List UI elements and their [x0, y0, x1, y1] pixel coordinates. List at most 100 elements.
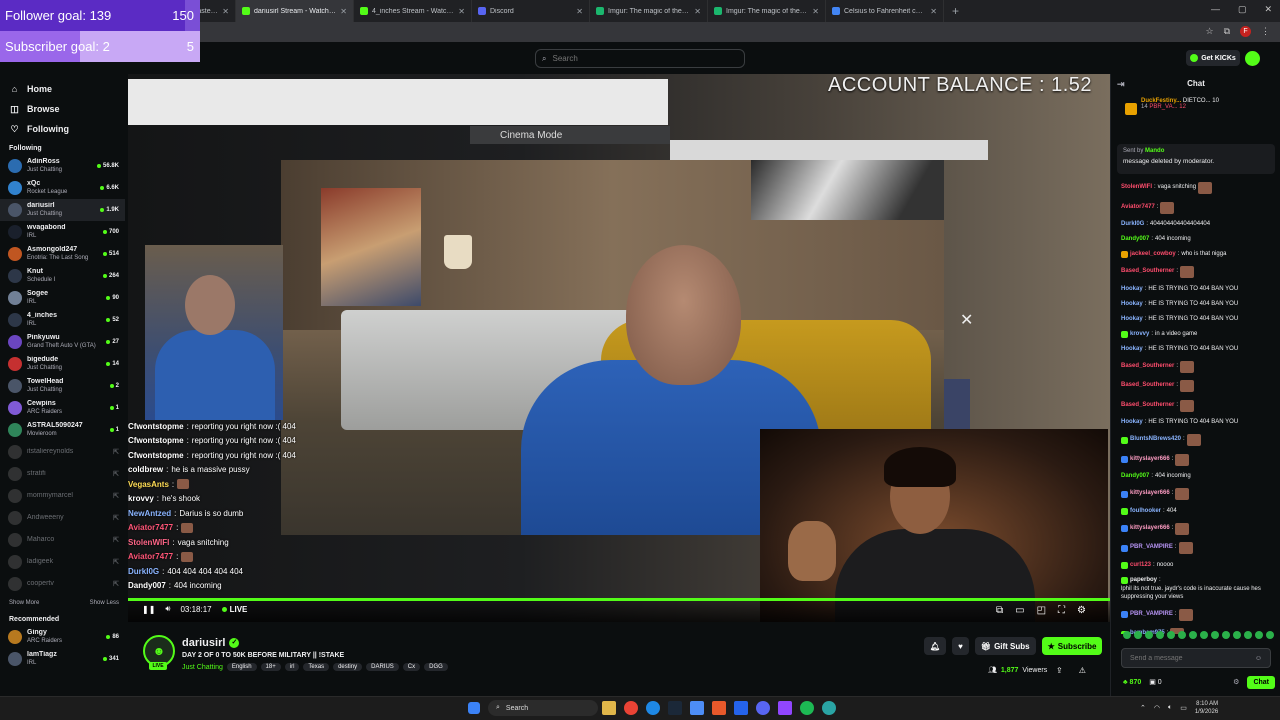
tab-close-icon[interactable]: ✕ [576, 7, 583, 16]
tab-close-icon[interactable]: ✕ [340, 7, 347, 16]
close-icon[interactable]: ✕ [960, 310, 973, 330]
pip-icon[interactable]: ◰ [1037, 605, 1046, 616]
pause-icon[interactable]: ❚❚ [142, 605, 155, 614]
show-less-button[interactable]: Show Less [90, 600, 119, 606]
stream-tag[interactable]: English [226, 663, 257, 671]
taskbar-search[interactable]: ⌕ Search [488, 700, 598, 716]
quick-emote-icon[interactable] [1156, 631, 1164, 639]
chat-username[interactable]: PBR_VAMPIRE [1130, 544, 1173, 552]
report-icon[interactable]: ⚠ [1079, 666, 1086, 675]
globe-icon[interactable] [822, 701, 836, 715]
fullscreen-icon[interactable]: ⛶ [1058, 605, 1065, 616]
stream-tag[interactable]: 18+ [260, 663, 281, 671]
quick-emote-icon[interactable] [1233, 631, 1241, 639]
sidebar-channel[interactable]: mommymarcel ⇱ [0, 485, 125, 507]
chat-settings-icon[interactable]: ⚙ [1233, 678, 1239, 686]
rewards-count[interactable]: ▣ 0 [1149, 678, 1161, 686]
chat-username[interactable]: foulhooker [1130, 508, 1161, 516]
obs-icon[interactable] [712, 701, 726, 715]
chat-send-button[interactable]: Chat [1247, 675, 1275, 689]
sidebar-channel[interactable]: coopertv ⇱ [0, 573, 125, 595]
quick-emote-icon[interactable] [1255, 631, 1263, 639]
stream-tag[interactable]: Cx [402, 663, 421, 671]
collapse-chat-icon[interactable]: ⇥ [1117, 74, 1125, 94]
sidebar-channel[interactable]: Sogee IRL 90 [0, 287, 125, 309]
tab-close-icon[interactable]: ✕ [930, 7, 937, 16]
menu-icon[interactable]: ⋮ [1261, 26, 1270, 37]
tray-chevron-icon[interactable]: ⌃ [1140, 704, 1146, 712]
browser-tab[interactable]: dariusirl Stream - Watch Li... ✕ [236, 0, 354, 22]
video-player[interactable]: Cinema Mode ACCOUNT BALANCE : 1.52 ✕ Cfw… [128, 74, 1110, 622]
new-tab-button[interactable]: + [944, 4, 967, 18]
quick-emote-icon[interactable] [1178, 631, 1186, 639]
chat-username[interactable]: PBR_VAMPIRE [1130, 611, 1173, 619]
nav-following[interactable]: ♡ Following [0, 119, 125, 139]
stream-tag[interactable]: DARIUS [366, 663, 399, 671]
streamer-name[interactable]: dariusirl ✓ [182, 637, 240, 649]
browser-tab[interactable]: Discord ✕ [472, 0, 590, 22]
sidebar-channel[interactable]: Gingy ARC Raiders 86 [0, 626, 125, 648]
chat-username[interactable]: Hookay [1121, 346, 1143, 354]
sidebar-channel[interactable]: Pinkyuwu Grand Theft Auto V (GTA) 27 [0, 331, 125, 353]
browser-tab[interactable]: Imgur: The magic of the Intern... ✕ [590, 0, 708, 22]
chat-username[interactable]: jackeel_cowboy [1130, 251, 1176, 259]
maximize-icon[interactable]: ▢ [1238, 4, 1247, 15]
stream-tag[interactable]: destiny [333, 663, 363, 671]
show-more-button[interactable]: Show More [9, 600, 39, 606]
code-icon[interactable] [734, 701, 748, 715]
app-icon[interactable] [778, 701, 792, 715]
search-input[interactable] [552, 54, 733, 63]
chat-username[interactable]: Dandy007 [1121, 236, 1149, 244]
chat-username[interactable]: StolenWIFI [1121, 184, 1152, 192]
browser-tab[interactable]: Imgur: The magic of the Intern... ✕ [708, 0, 826, 22]
chat-username[interactable]: paperboy [1130, 577, 1157, 585]
quick-emote-icon[interactable] [1189, 631, 1197, 639]
spotify-icon[interactable] [800, 701, 814, 715]
user-avatar[interactable] [1245, 51, 1260, 66]
subscribe-button[interactable]: ★ Subscribe [1041, 637, 1103, 655]
sidebar-channel[interactable]: Cewpins ARC Raiders 1 [0, 397, 125, 419]
battery-icon[interactable]: ▭ [1180, 704, 1187, 712]
streamer-name-text[interactable]: dariusirl [182, 637, 225, 649]
sidebar-channel[interactable]: ladigeek ⇱ [0, 551, 125, 573]
stream-tag[interactable]: Texas [303, 663, 330, 671]
edge-icon[interactable] [646, 701, 660, 715]
sidebar-channel[interactable]: stratifi ⇱ [0, 463, 125, 485]
sidebar-channel[interactable]: TowelHead Just Chatting 2 [0, 375, 125, 397]
steam-icon[interactable] [668, 701, 682, 715]
chat-username[interactable]: DurkI0G [1121, 221, 1144, 229]
sidebar-channel[interactable]: 4_inches IRL 52 [0, 309, 125, 331]
sidebar-channel[interactable]: Maharco ⇱ [0, 529, 125, 551]
quick-emote-icon[interactable] [1266, 631, 1274, 639]
stream-tag[interactable]: irl [284, 663, 300, 671]
sidebar-channel[interactable]: dariusirl Just Chatting 1.9K [0, 199, 125, 221]
share-icon[interactable]: ⇪ [1056, 666, 1063, 675]
chat-username[interactable]: BluntsNBrews420 [1130, 436, 1181, 444]
quick-emote-icon[interactable] [1200, 631, 1208, 639]
sidebar-channel[interactable]: bigedude Just Chatting 14 [0, 353, 125, 375]
quick-emote-icon[interactable] [1222, 631, 1230, 639]
clock[interactable]: 8:10 AM 1/9/2026 [1195, 700, 1218, 716]
notification-button[interactable]: 🔔︎ [924, 637, 947, 655]
quick-emote-icon[interactable] [1134, 631, 1142, 639]
sidebar-channel[interactable]: ASTRAL5090247 Movieroom 1 [0, 419, 125, 441]
quick-emote-icon[interactable] [1244, 631, 1252, 639]
quick-emote-icon[interactable] [1145, 631, 1153, 639]
sidebar-channel[interactable]: xQc Rocket League 6.6K [0, 177, 125, 199]
settings-icon[interactable]: ⚙ [1077, 605, 1086, 616]
tab-close-icon[interactable]: ✕ [812, 7, 819, 16]
sidebar-channel[interactable]: itstaliereynolds ⇱ [0, 441, 125, 463]
nav-home[interactable]: ⌂ Home [0, 79, 125, 99]
quick-emote-icon[interactable] [1211, 631, 1219, 639]
chat-username[interactable]: Hookay [1121, 419, 1143, 427]
get-kicks-button[interactable]: Get KICKs [1186, 50, 1240, 66]
terminal-icon[interactable] [690, 701, 704, 715]
chat-username[interactable]: curl123 [1130, 562, 1151, 570]
search-bar[interactable]: ⌕ [535, 49, 745, 68]
discord-icon[interactable] [756, 701, 770, 715]
stream-tag[interactable]: DGG [424, 663, 448, 671]
progress-bar[interactable] [128, 598, 1110, 601]
nav-browse[interactable]: ◫ Browse [0, 99, 125, 119]
sidebar-channel[interactable]: wvagabond IRL 700 [0, 221, 125, 243]
minimize-icon[interactable]: — [1211, 4, 1220, 15]
